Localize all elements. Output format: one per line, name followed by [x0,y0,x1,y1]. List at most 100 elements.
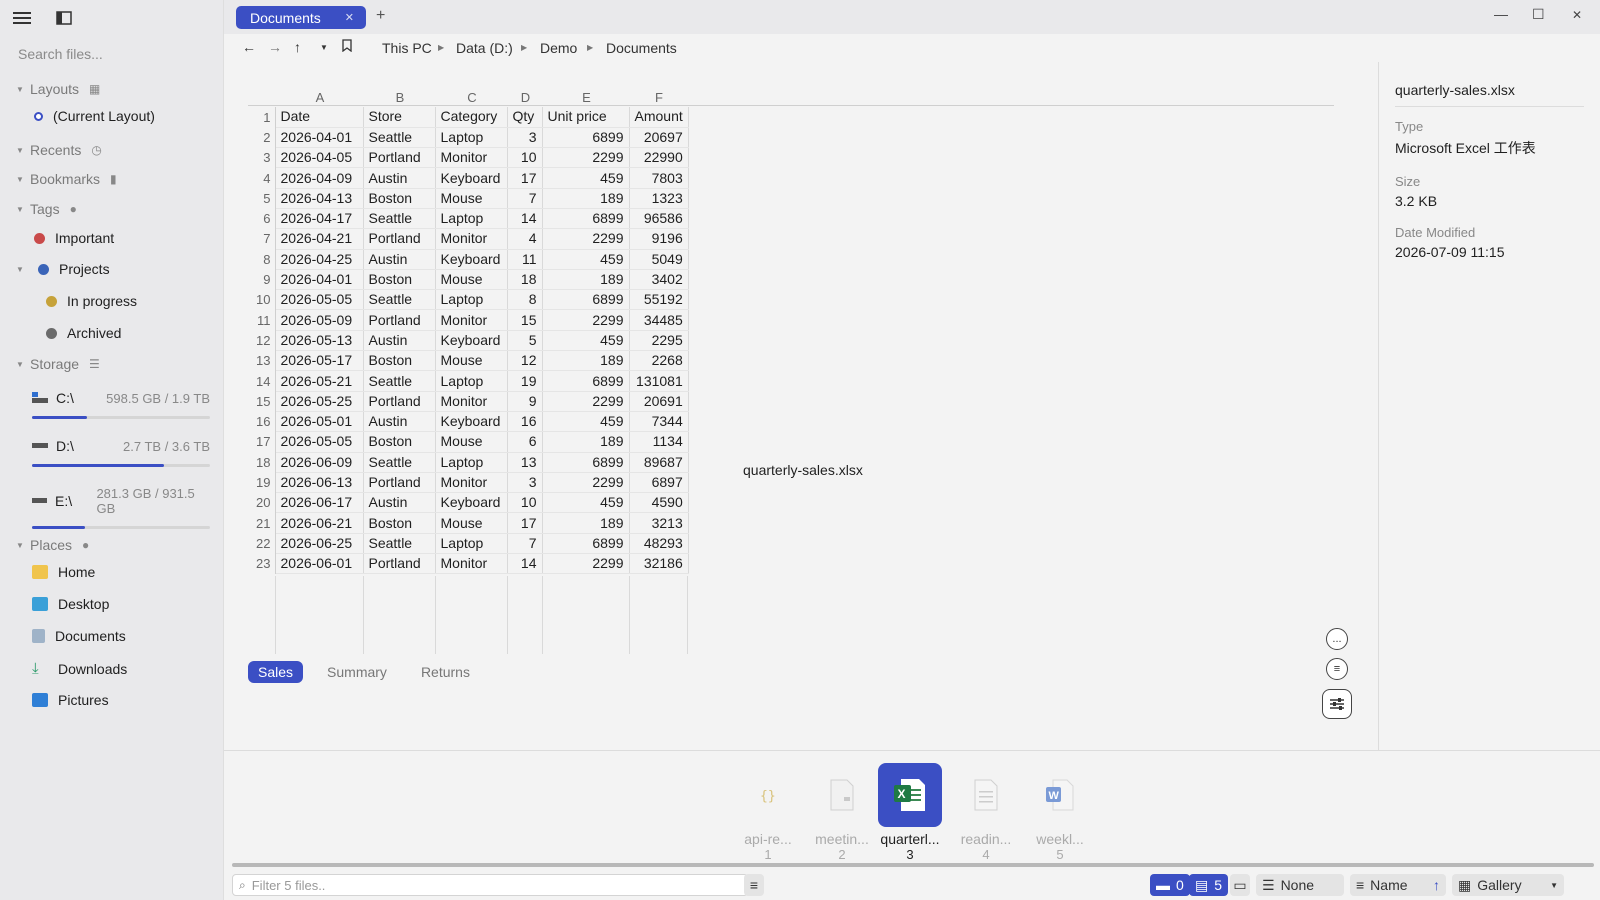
table-cell[interactable]: Monitor [435,391,508,412]
table-cell[interactable]: 2026-05-25 [275,391,364,412]
table-cell[interactable]: Portland [363,228,436,250]
table-cell[interactable]: 6897 [629,472,689,494]
tag-archived[interactable]: Archived [46,325,121,341]
table-cell[interactable]: 189 [542,431,630,453]
table-cell[interactable]: 20697 [629,127,689,149]
table-cell[interactable]: Austin [363,411,436,433]
table-cell[interactable]: 4590 [629,492,689,514]
section-recents[interactable]: ▼ Recents ◷ [16,142,102,158]
table-cell[interactable]: 11 [507,249,543,270]
close-window-icon[interactable]: ✕ [1572,8,1582,22]
table-cell[interactable]: 8 [507,289,543,311]
table-cell[interactable]: 6899 [542,127,630,149]
table-cell[interactable]: 131081 [629,370,689,392]
close-tab-icon[interactable]: ✕ [345,11,354,24]
section-tags[interactable]: ▼ Tags ● [16,201,77,217]
table-cell[interactable]: 1134 [629,431,689,453]
table-cell[interactable]: 189 [542,512,630,534]
tag-in-progress[interactable]: In progress [46,293,137,309]
drive-c[interactable]: C:\ 598.5 GB / 1.9 TB [32,390,210,419]
table-cell[interactable]: Date [275,107,364,128]
table-cell[interactable]: Keyboard [435,249,508,270]
table-cell[interactable]: Austin [363,330,436,352]
table-cell[interactable]: Portland [363,391,436,412]
table-cell[interactable]: 34485 [629,309,689,331]
table-cell[interactable]: 189 [542,350,630,372]
table-cell[interactable]: Boston [363,269,436,291]
gallery-item[interactable]: readin... 4 [953,763,1019,862]
tab-documents[interactable]: Documents ✕ [236,6,366,29]
table-cell[interactable]: 6899 [542,370,630,392]
table-cell[interactable]: Category [435,107,508,128]
toggle-sidebar-icon[interactable] [54,8,74,28]
table-cell[interactable]: 9 [507,391,543,412]
table-cell[interactable]: Monitor [435,309,508,331]
table-cell[interactable]: Amount [629,107,689,128]
new-tab-button[interactable]: + [376,7,385,25]
table-cell[interactable]: 15 [507,309,543,331]
place-home[interactable]: Home [32,564,95,580]
table-cell[interactable]: 13 [507,452,543,473]
breadcrumb-documents[interactable]: Documents [606,40,677,56]
settings-sliders-icon[interactable] [1322,689,1352,719]
table-cell[interactable]: Laptop [435,370,508,392]
table-cell[interactable]: Seattle [363,289,436,311]
search-files-input[interactable] [18,46,208,62]
table-cell[interactable]: Laptop [435,452,508,473]
table-cell[interactable]: 2026-05-09 [275,309,364,331]
table-cell[interactable]: 7803 [629,167,689,189]
table-cell[interactable]: 2026-06-13 [275,472,364,494]
section-layouts[interactable]: ▼ Layouts ▦ [16,81,100,97]
table-cell[interactable]: Seattle [363,127,436,149]
layout-item-current[interactable]: (Current Layout) [34,108,155,124]
table-cell[interactable]: 2299 [542,228,630,250]
table-cell[interactable]: 2026-06-21 [275,512,364,534]
table-cell[interactable]: 2299 [542,147,630,169]
place-desktop[interactable]: Desktop [32,596,109,612]
table-cell[interactable]: 3213 [629,512,689,534]
table-cell[interactable]: 3 [507,472,543,494]
table-cell[interactable]: Monitor [435,147,508,169]
more-options-button[interactable]: ... [1326,628,1348,650]
table-cell[interactable]: Laptop [435,127,508,149]
table-cell[interactable]: 2026-06-01 [275,553,364,575]
table-cell[interactable]: 55192 [629,289,689,311]
table-cell[interactable]: 7344 [629,411,689,433]
table-cell[interactable]: 2299 [542,472,630,494]
table-cell[interactable]: 2299 [542,391,630,412]
table-cell[interactable]: 2026-04-17 [275,208,364,230]
table-cell[interactable]: 18 [507,269,543,291]
table-cell[interactable]: 9196 [629,228,689,250]
table-cell[interactable]: 96586 [629,208,689,230]
table-cell[interactable]: Monitor [435,553,508,575]
file-count-badge[interactable]: ▤ 5 [1189,874,1229,896]
gallery-item-selected[interactable]: X quarterl... 3 [877,763,943,862]
table-cell[interactable]: 189 [542,269,630,291]
section-places[interactable]: ▼ Places ● [16,537,89,553]
table-cell[interactable]: Keyboard [435,411,508,433]
table-cell[interactable]: 5049 [629,249,689,270]
table-cell[interactable]: 189 [542,188,630,209]
table-cell[interactable]: 6 [507,431,543,453]
table-cell[interactable]: 17 [507,512,543,534]
table-cell[interactable]: 20691 [629,391,689,412]
filter-input[interactable] [251,877,732,893]
table-cell[interactable]: 2026-05-05 [275,431,364,453]
table-cell[interactable]: 2026-04-09 [275,167,364,189]
table-cell[interactable]: Monitor [435,228,508,250]
breadcrumb-demo[interactable]: Demo [540,40,577,56]
sheet-tab-returns[interactable]: Returns [411,661,480,683]
up-arrow-icon[interactable]: ↑ [294,39,301,55]
table-cell[interactable]: Portland [363,309,436,331]
table-cell[interactable]: 2295 [629,330,689,352]
table-cell[interactable]: 2026-04-21 [275,228,364,250]
table-cell[interactable]: Seattle [363,533,436,555]
table-cell[interactable]: Boston [363,431,436,453]
table-cell[interactable]: Portland [363,553,436,575]
table-cell[interactable]: Laptop [435,208,508,230]
table-cell[interactable]: 7 [507,533,543,555]
table-cell[interactable]: 6899 [542,533,630,555]
table-cell[interactable]: Austin [363,167,436,189]
table-cell[interactable]: 2268 [629,350,689,372]
table-cell[interactable]: 2026-05-13 [275,330,364,352]
